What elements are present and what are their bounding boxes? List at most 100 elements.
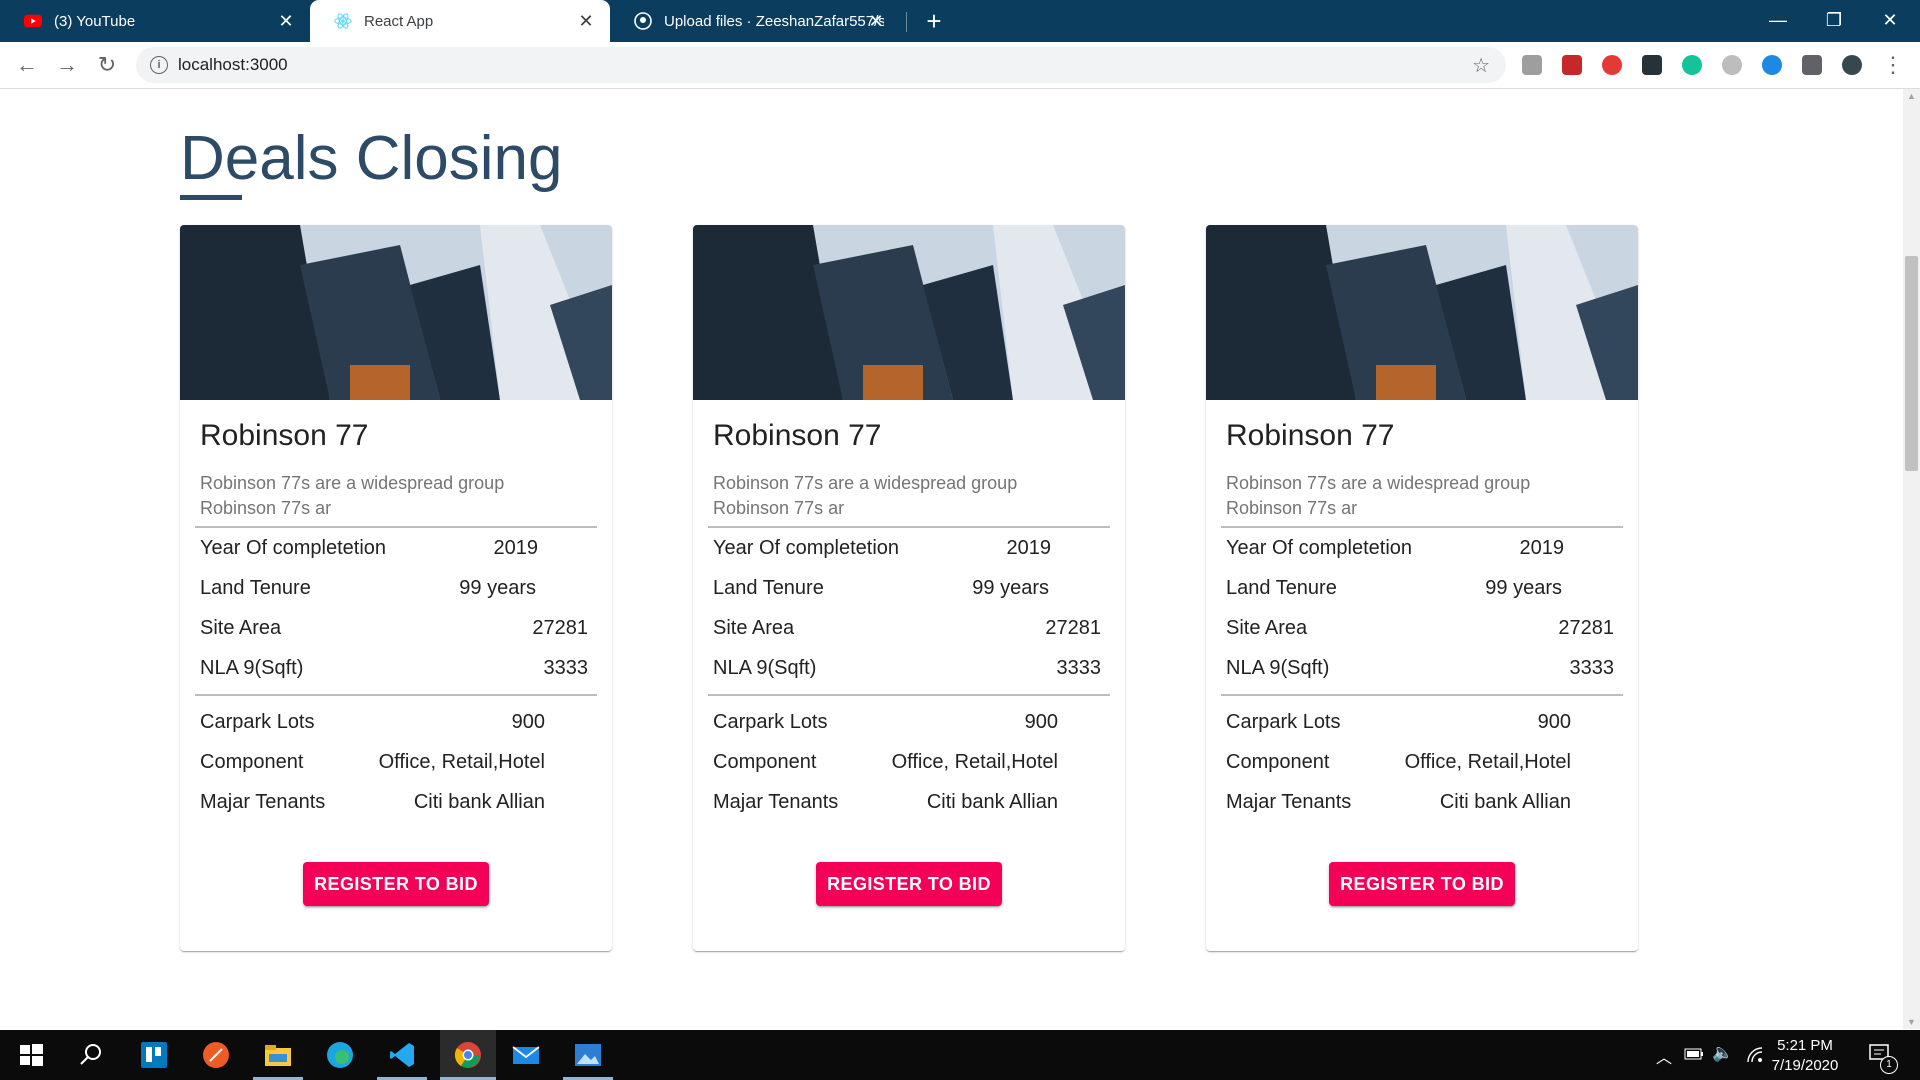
detail-value: 2019 — [493, 537, 539, 559]
detail-row: Majar Tenants Citi bank Allian — [1226, 791, 1596, 821]
page-scrollbar[interactable]: ▲ ▼ — [1903, 89, 1920, 1029]
card-title: Robinson 77 — [1226, 419, 1395, 452]
back-icon[interactable]: ← — [14, 52, 40, 78]
detail-value: Citi bank Allian — [926, 791, 1058, 813]
detail-row: Carpark Lots 900 — [1226, 711, 1596, 741]
postman-icon[interactable] — [201, 1040, 231, 1070]
react-icon — [334, 12, 352, 30]
scrollbar-thumb[interactable] — [1905, 256, 1918, 471]
tab-title: React App — [364, 12, 434, 30]
tab-separator — [906, 12, 907, 32]
detail-value: 900 — [1024, 711, 1058, 733]
battery-icon[interactable] — [1684, 1048, 1704, 1060]
detail-row: Site Area 27281 — [1226, 617, 1614, 647]
info-icon[interactable]: i — [150, 56, 168, 74]
tab-react-app[interactable]: React App ✕ — [310, 0, 610, 42]
minimize-button[interactable]: — — [1750, 0, 1806, 42]
tab-title: (3) YouTube — [54, 12, 136, 30]
detail-row: Carpark Lots 900 — [713, 711, 1083, 741]
building-image — [1206, 225, 1638, 400]
title-underline — [180, 195, 242, 200]
detail-value: 99 years — [972, 577, 1049, 599]
detail-row: Land Tenure 99 years — [1226, 577, 1596, 607]
detail-label: Year Of completetion — [1226, 537, 1413, 559]
detail-row: Majar Tenants Citi bank Allian — [713, 791, 1083, 821]
detail-value: Citi bank Allian — [1439, 791, 1571, 813]
detail-label: Site Area — [713, 617, 795, 639]
register-to-bid-button[interactable]: REGISTER TO BID — [303, 862, 489, 906]
detail-value: Citi bank Allian — [413, 791, 545, 813]
extension-icon[interactable] — [1522, 55, 1542, 75]
grammarly-icon[interactable] — [1682, 55, 1702, 75]
bookmark-star-icon[interactable]: ☆ — [1472, 53, 1490, 78]
detail-value: 900 — [511, 711, 545, 733]
notification-count-badge: 1 — [1880, 1056, 1898, 1074]
tab-github[interactable]: Upload files · ZeeshanZafar557/s ✕ — [610, 0, 900, 42]
detail-label: Majar Tenants — [1226, 791, 1352, 813]
url-text[interactable]: localhost:3000 — [178, 55, 288, 75]
extension-icon[interactable] — [1602, 55, 1622, 75]
detail-label: Land Tenure — [713, 577, 824, 599]
detail-row: Year Of completetion 2019 — [713, 537, 1083, 567]
extension-icon[interactable] — [1722, 55, 1742, 75]
reload-icon[interactable]: ↻ — [94, 52, 120, 78]
detail-value: Office, Retail,Hotel — [378, 751, 545, 773]
detail-value: 27281 — [532, 617, 588, 639]
close-tab-icon[interactable]: ✕ — [276, 11, 296, 31]
extensions-puzzle-icon[interactable] — [1802, 55, 1822, 75]
extension-icon[interactable] — [1642, 55, 1662, 75]
register-to-bid-button[interactable]: REGISTER TO BID — [816, 862, 1002, 906]
new-tab-button[interactable]: + — [922, 8, 946, 34]
system-clock[interactable]: 5:21 PM 7/19/2020 — [1760, 1036, 1850, 1076]
windows-start-icon[interactable] — [16, 1040, 46, 1070]
browser-tab-strip: (3) YouTube ✕ React App ✕ Upload files ·… — [0, 0, 1920, 42]
detail-value: 900 — [1537, 711, 1571, 733]
github-icon — [634, 12, 652, 30]
detail-label: Site Area — [1226, 617, 1308, 639]
restore-button[interactable]: ❐ — [1806, 0, 1862, 42]
chrome-icon[interactable] — [453, 1040, 483, 1070]
extension-icon[interactable] — [1762, 55, 1782, 75]
detail-value: 2019 — [1519, 537, 1565, 559]
divider — [1221, 694, 1623, 696]
trello-icon[interactable] — [139, 1040, 169, 1070]
file-explorer-icon[interactable] — [263, 1040, 293, 1070]
tab-youtube[interactable]: (3) YouTube ✕ — [0, 0, 310, 42]
card-description: Robinson 77s are a widespread group Robi… — [1226, 473, 1531, 518]
forward-icon[interactable]: → — [54, 52, 80, 78]
deal-card: Robinson 77 Robinson 77s are a widesprea… — [1206, 225, 1638, 951]
register-to-bid-button[interactable]: REGISTER TO BID — [1329, 862, 1515, 906]
tab-title: Upload files · ZeeshanZafar557/s — [664, 12, 884, 30]
edge-icon[interactable] — [325, 1040, 355, 1070]
scroll-down-icon[interactable]: ▼ — [1907, 1017, 1916, 1027]
profile-avatar[interactable] — [1842, 55, 1862, 75]
detail-label: Carpark Lots — [1226, 711, 1341, 733]
divider — [708, 526, 1110, 528]
detail-value: 2019 — [1006, 537, 1052, 559]
building-image — [180, 225, 612, 400]
mail-icon[interactable] — [511, 1040, 541, 1070]
detail-value: 27281 — [1558, 617, 1614, 639]
menu-kebab-icon[interactable]: ⋮ — [1880, 52, 1906, 78]
detail-label: Majar Tenants — [713, 791, 839, 813]
address-bar[interactable]: i localhost:3000 ☆ — [136, 47, 1506, 83]
speaker-icon[interactable]: 🔈 — [1712, 1043, 1733, 1063]
close-window-button[interactable]: ✕ — [1862, 0, 1918, 42]
close-tab-icon[interactable]: ✕ — [576, 11, 596, 31]
search-icon[interactable] — [76, 1040, 106, 1070]
extension-icon[interactable] — [1562, 55, 1582, 75]
chevron-up-icon[interactable]: ︿ — [1656, 1044, 1672, 1068]
vscode-icon[interactable] — [387, 1040, 417, 1070]
detail-value: 99 years — [459, 577, 536, 599]
close-tab-icon[interactable]: ✕ — [866, 11, 886, 31]
detail-label: Carpark Lots — [200, 711, 315, 733]
detail-value: 99 years — [1485, 577, 1562, 599]
photos-icon[interactable] — [573, 1040, 603, 1070]
card-title: Robinson 77 — [200, 419, 369, 452]
detail-label: NLA 9(Sqft) — [1226, 657, 1330, 679]
detail-label: Component — [200, 751, 304, 773]
scroll-up-icon[interactable]: ▲ — [1907, 91, 1916, 101]
detail-value: 3333 — [543, 657, 589, 679]
detail-row: Land Tenure 99 years — [713, 577, 1083, 607]
card-description: Robinson 77s are a widespread group Robi… — [200, 473, 505, 518]
